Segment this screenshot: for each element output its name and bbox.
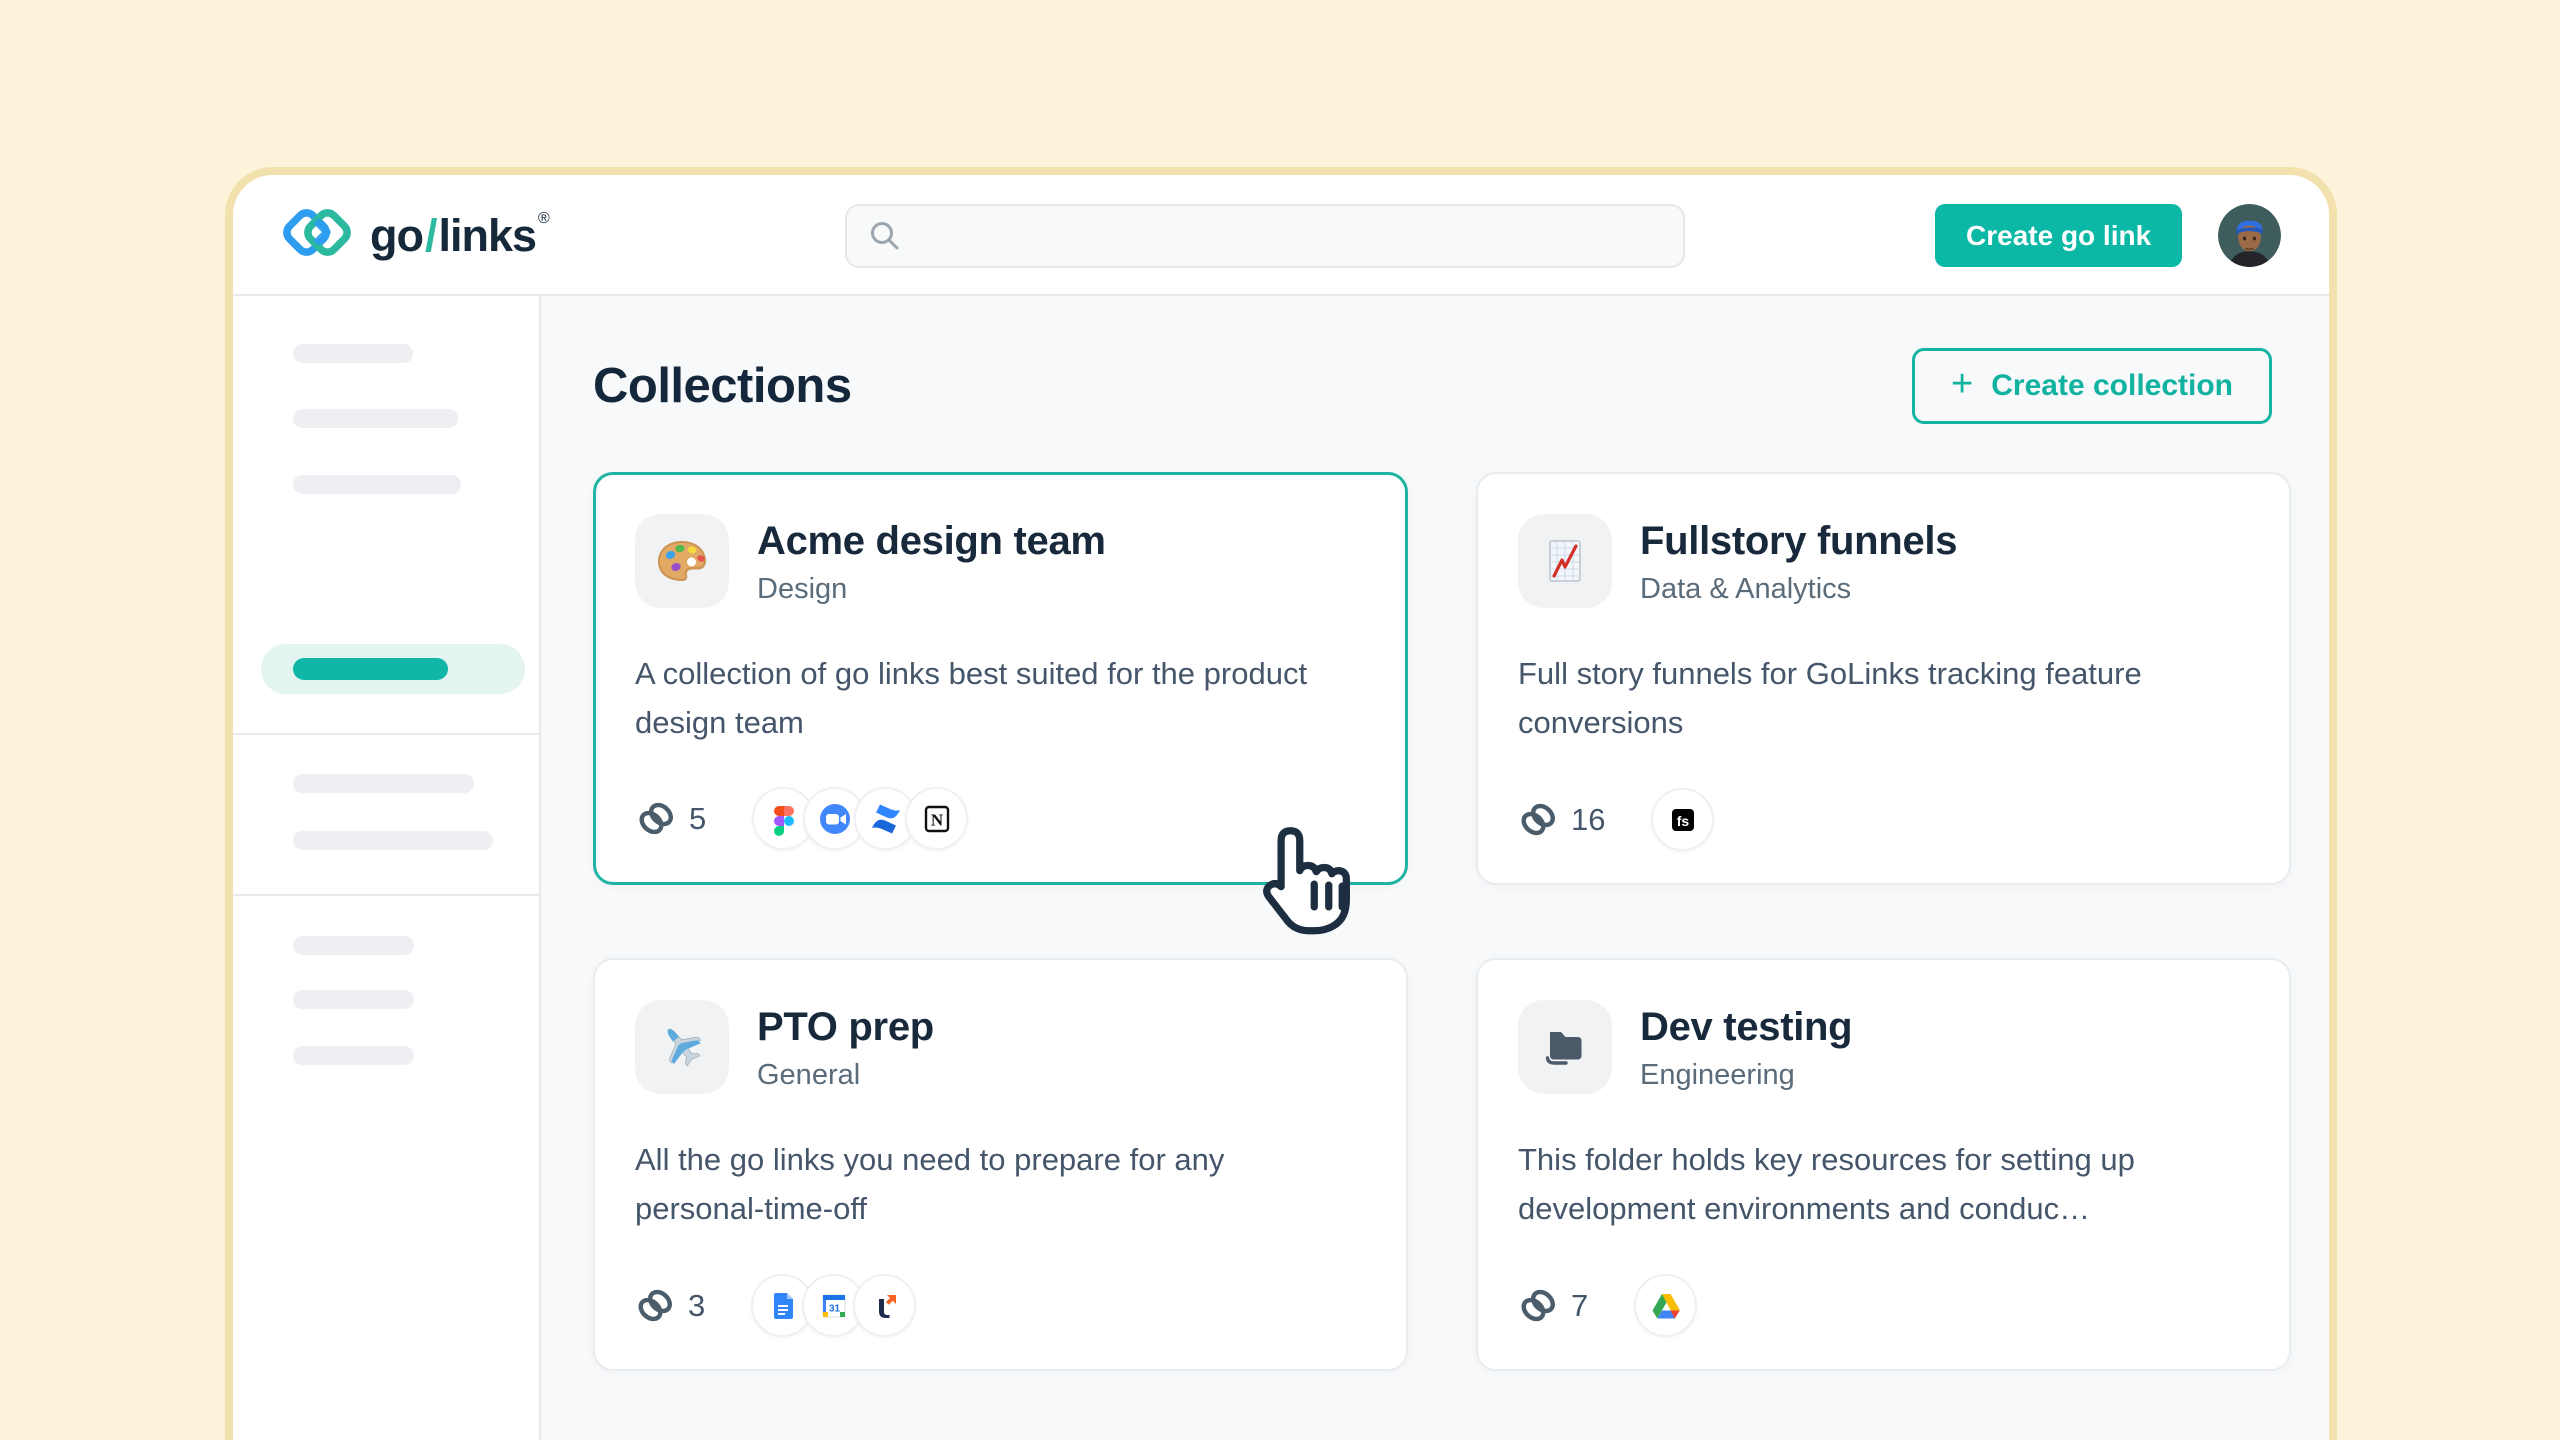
collections-page: Collections + Create collection bbox=[541, 296, 2329, 1440]
card-title: PTO prep bbox=[757, 1005, 934, 1050]
fullstory-icon: fs bbox=[1651, 788, 1714, 851]
sidebar-skeleton-item bbox=[293, 774, 474, 793]
sidebar-skeleton-item bbox=[293, 475, 461, 494]
card-description: All the go links you need to prepare for… bbox=[635, 1136, 1315, 1234]
sidebar-skeleton-item bbox=[293, 990, 414, 1009]
card-title: Acme design team bbox=[757, 519, 1106, 564]
chain-link-icon bbox=[1518, 1286, 1558, 1326]
collection-card-dev-testing[interactable]: Dev testing Engineering This folder hold… bbox=[1476, 958, 2291, 1371]
sidebar-nav bbox=[233, 296, 541, 1440]
search-input[interactable] bbox=[903, 206, 1683, 266]
link-count: 7 bbox=[1518, 1286, 1588, 1326]
folder-icon bbox=[1518, 1000, 1612, 1094]
sidebar-divider bbox=[233, 733, 539, 735]
search-icon bbox=[867, 218, 903, 254]
sidebar-skeleton-item bbox=[293, 936, 414, 955]
app-window: go/links® Create go link bbox=[225, 167, 2337, 1440]
link-count: 16 bbox=[1518, 800, 1605, 840]
sidebar-active-indicator bbox=[293, 658, 448, 680]
golinks-logo-icon bbox=[278, 207, 356, 264]
golinks-logo-text: go/links® bbox=[370, 210, 549, 262]
airplane-emoji bbox=[635, 1000, 729, 1094]
google-drive-icon bbox=[1634, 1274, 1697, 1337]
card-description: A collection of go links best suited for… bbox=[635, 650, 1315, 748]
search-bar[interactable] bbox=[845, 204, 1685, 268]
chain-link-icon bbox=[636, 799, 676, 839]
create-collection-button[interactable]: + Create collection bbox=[1912, 348, 2272, 424]
chain-link-icon bbox=[635, 1286, 675, 1326]
card-category: General bbox=[757, 1059, 934, 1092]
notion-icon: N bbox=[905, 787, 968, 850]
top-navbar: go/links® Create go link bbox=[233, 175, 2329, 296]
svg-text:N: N bbox=[931, 810, 944, 829]
sidebar-skeleton-item bbox=[293, 1046, 414, 1065]
collections-grid: Acme design team Design A collection of … bbox=[593, 472, 2272, 1371]
card-description: This folder holds key resources for sett… bbox=[1518, 1136, 2198, 1234]
sidebar-skeleton-item bbox=[293, 344, 413, 363]
trainual-icon bbox=[853, 1274, 916, 1337]
card-category: Data & Analytics bbox=[1640, 573, 1957, 606]
chart-increasing-emoji bbox=[1518, 514, 1612, 608]
chain-link-icon bbox=[1518, 800, 1558, 840]
card-description: Full story funnels for GoLinks tracking … bbox=[1518, 650, 2198, 748]
sidebar-divider bbox=[233, 894, 539, 896]
card-title: Fullstory funnels bbox=[1640, 519, 1957, 564]
collection-card-acme-design-team[interactable]: Acme design team Design A collection of … bbox=[593, 472, 1408, 885]
svg-text:31: 31 bbox=[829, 1303, 841, 1314]
card-title: Dev testing bbox=[1640, 1005, 1852, 1050]
golinks-logo[interactable]: go/links® bbox=[278, 175, 549, 296]
create-go-link-button[interactable]: Create go link bbox=[1935, 204, 2182, 267]
palette-emoji bbox=[635, 514, 729, 608]
collection-card-fullstory-funnels[interactable]: Fullstory funnels Data & Analytics Full … bbox=[1476, 472, 2291, 885]
link-count: 3 bbox=[635, 1286, 705, 1326]
svg-text:fs: fs bbox=[1677, 813, 1690, 829]
sidebar-skeleton-item bbox=[293, 409, 458, 428]
link-count: 5 bbox=[636, 799, 706, 839]
user-avatar[interactable] bbox=[2218, 204, 2281, 267]
card-category: Design bbox=[757, 573, 1106, 606]
card-category: Engineering bbox=[1640, 1059, 1852, 1092]
sidebar-item-collections-active[interactable] bbox=[261, 644, 525, 694]
sidebar-skeleton-item bbox=[293, 831, 493, 850]
page-title: Collections bbox=[593, 358, 852, 414]
collection-card-pto-prep[interactable]: PTO prep General All the go links you ne… bbox=[593, 958, 1408, 1371]
